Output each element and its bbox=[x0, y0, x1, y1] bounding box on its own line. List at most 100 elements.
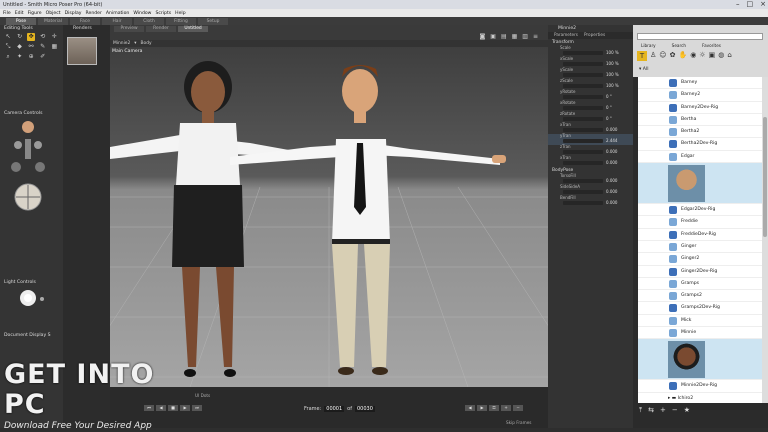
actor-menu[interactable]: Body bbox=[141, 41, 152, 46]
render-icon[interactable]: ▣ bbox=[490, 33, 496, 40]
room-tab-face[interactable]: Face bbox=[70, 18, 100, 25]
next-key-icon[interactable]: ▶ bbox=[477, 405, 487, 411]
list-item[interactable]: Edgar2Dev-Rig bbox=[638, 204, 762, 217]
list-item[interactable]: Freddie bbox=[638, 216, 762, 229]
library-scrollbar[interactable] bbox=[762, 77, 768, 403]
camera-icon[interactable]: ◙ bbox=[479, 33, 485, 40]
scenes-category-icon[interactable]: ⌂ bbox=[727, 51, 731, 61]
list-item[interactable]: Ginger2Dev-Rig bbox=[638, 266, 762, 278]
menu-scripts[interactable]: Scripts bbox=[155, 11, 171, 16]
remove-icon[interactable]: − bbox=[672, 406, 678, 415]
room-tab-material[interactable]: Material bbox=[38, 18, 68, 25]
select-icon[interactable]: ↖ bbox=[4, 33, 12, 41]
prev-key-icon[interactable]: ◀ bbox=[465, 405, 475, 411]
list-item-selected[interactable]: Edgar2 bbox=[638, 163, 762, 205]
all-collection[interactable]: ▾ All bbox=[639, 67, 648, 72]
light-controls-widget[interactable] bbox=[0, 286, 63, 316]
room-tab-cloth[interactable]: Cloth bbox=[134, 18, 164, 25]
translate-icon[interactable]: ✥ bbox=[27, 33, 36, 41]
display-style-icon[interactable]: ▤ bbox=[501, 33, 507, 40]
scale-icon[interactable]: ⤡ bbox=[4, 43, 12, 51]
menu-edit[interactable]: Edit bbox=[15, 11, 24, 16]
grid-icon[interactable]: ▦ bbox=[512, 33, 518, 40]
current-frame-field[interactable]: 00001 bbox=[324, 406, 345, 412]
list-item[interactable]: Gramps bbox=[638, 278, 762, 291]
materials-category-icon[interactable]: ◍ bbox=[718, 51, 724, 61]
menu-figure[interactable]: Figure bbox=[28, 11, 42, 16]
room-tab-fitting[interactable]: Fitting bbox=[166, 18, 196, 25]
menu-object[interactable]: Object bbox=[46, 11, 61, 16]
list-item[interactable]: Minnie2Dev-Rig bbox=[638, 380, 762, 393]
tab-favorites[interactable]: Favorites bbox=[702, 43, 721, 48]
list-item[interactable]: Gramps2 bbox=[638, 290, 762, 303]
tab-untitled[interactable]: Untitled bbox=[178, 26, 208, 32]
direct-manipulation-icon[interactable]: ⊕ bbox=[27, 53, 35, 61]
scrollbar-thumb[interactable] bbox=[763, 117, 767, 237]
menu-render[interactable]: Render bbox=[86, 11, 102, 16]
favorite-icon[interactable]: ★ bbox=[684, 406, 690, 415]
grouping-icon[interactable]: ▦ bbox=[50, 43, 58, 51]
total-frames-field[interactable]: 00030 bbox=[355, 406, 375, 412]
color-icon[interactable]: ✎ bbox=[39, 43, 47, 51]
options-icon[interactable]: ≡ bbox=[533, 33, 538, 40]
twist-icon[interactable]: ⟲ bbox=[39, 33, 47, 41]
list-item-selected[interactable]: Minnie2 bbox=[638, 339, 762, 381]
replace-icon[interactable]: ⇆ bbox=[648, 406, 654, 415]
list-item[interactable]: FreddieDev-Rig bbox=[638, 229, 762, 241]
tab-search[interactable]: Search bbox=[672, 43, 686, 48]
remove-key-icon[interactable]: − bbox=[513, 405, 523, 411]
list-item[interactable]: Ginger bbox=[638, 241, 762, 254]
list-item[interactable]: Barney bbox=[638, 77, 762, 90]
lights-category-icon[interactable]: ☼ bbox=[699, 51, 705, 61]
props-category-icon[interactable]: ◉ bbox=[690, 51, 696, 61]
close-button[interactable]: × bbox=[760, 0, 766, 9]
list-item[interactable]: Bertha bbox=[638, 114, 762, 127]
view-magnifier-icon[interactable]: ⌕ bbox=[4, 53, 12, 61]
list-item[interactable]: Minnie bbox=[638, 327, 762, 340]
layout-icon[interactable]: ▥ bbox=[522, 33, 528, 40]
list-item[interactable]: Ginger2 bbox=[638, 253, 762, 266]
room-tab-pose[interactable]: Pose bbox=[6, 18, 36, 25]
tab-library[interactable]: Library bbox=[641, 43, 656, 48]
menu-window[interactable]: Window bbox=[133, 11, 151, 16]
cameras-category-icon[interactable]: ▣ bbox=[709, 51, 716, 61]
taper-icon[interactable]: ◆ bbox=[16, 43, 24, 51]
rotate-icon[interactable]: ↻ bbox=[16, 33, 24, 41]
menu-help[interactable]: Help bbox=[175, 11, 185, 16]
eyedropper-icon[interactable]: ✐ bbox=[39, 53, 47, 61]
menu-animation[interactable]: Animation bbox=[106, 11, 129, 16]
tab-render[interactable]: Render bbox=[146, 26, 176, 32]
list-item[interactable]: Barney2Dev-Rig bbox=[638, 102, 762, 114]
key-icon[interactable]: ⚿ bbox=[489, 405, 499, 411]
3d-viewport[interactable]: Main Camera bbox=[110, 47, 548, 387]
folder-item[interactable]: ▸ ▬ Ichiro2 bbox=[638, 393, 762, 403]
room-tab-setup[interactable]: Setup bbox=[198, 18, 228, 25]
list-item[interactable]: Bertha2Dev-Rig bbox=[638, 138, 762, 151]
move-icon[interactable]: ✛ bbox=[50, 33, 58, 41]
list-item[interactable]: Edgar bbox=[638, 151, 762, 164]
menu-display[interactable]: Display bbox=[65, 11, 82, 16]
library-search-input[interactable] bbox=[637, 33, 763, 40]
chain-icon[interactable]: ⚯ bbox=[27, 43, 35, 51]
camera-controls-widget[interactable] bbox=[0, 117, 63, 217]
tab-preview[interactable]: Preview bbox=[114, 26, 144, 32]
poses-category-icon[interactable]: ♙ bbox=[650, 51, 656, 61]
list-item[interactable]: Bertha2 bbox=[638, 126, 762, 139]
param-row[interactable]: xTran 0.000 bbox=[548, 156, 633, 167]
tab-parameters[interactable]: Parameters bbox=[554, 32, 578, 39]
list-item[interactable]: Gramps2Dev-Rig bbox=[638, 302, 762, 315]
menu-file[interactable]: File bbox=[3, 11, 11, 16]
tab-properties[interactable]: Properties bbox=[584, 32, 605, 39]
param-row[interactable]: BendFill 0.000 bbox=[548, 196, 633, 207]
add-key-icon[interactable]: + bbox=[501, 405, 511, 411]
render-thumbnail[interactable] bbox=[67, 37, 97, 65]
figure-menu[interactable]: Minnie2 bbox=[113, 41, 130, 46]
hair-category-icon[interactable]: ✿ bbox=[670, 51, 676, 61]
list-item[interactable]: Mick bbox=[638, 315, 762, 328]
maximize-button[interactable]: □ bbox=[747, 0, 754, 9]
figures-category-icon[interactable]: T bbox=[637, 51, 647, 61]
expressions-category-icon[interactable]: ☺ bbox=[659, 51, 666, 61]
list-item[interactable]: Barney2 bbox=[638, 89, 762, 102]
add-icon[interactable]: + bbox=[660, 406, 666, 415]
add-to-scene-icon[interactable]: ⤒ bbox=[639, 406, 642, 415]
